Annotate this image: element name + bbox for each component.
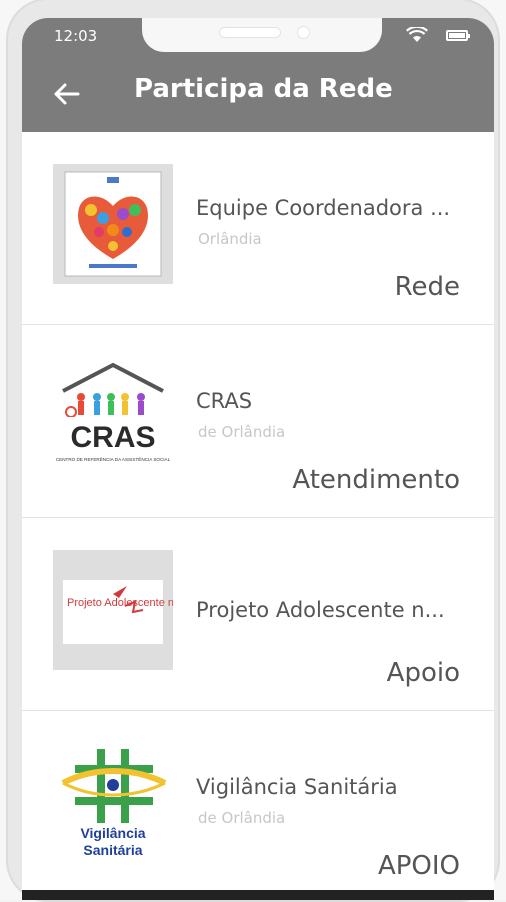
item-category: Apoio bbox=[386, 658, 460, 688]
network-list: Equipe Coordenadora ... Orlândia Rede CR… bbox=[22, 132, 494, 900]
item-category: APOIO bbox=[377, 851, 460, 881]
status-time: 12:03 bbox=[54, 27, 98, 45]
item-category: Rede bbox=[394, 272, 460, 302]
battery-icon bbox=[446, 30, 470, 41]
heart-logo-icon bbox=[53, 164, 173, 284]
app-screen: 12:03 Participa da Rede Equipe Coordenad… bbox=[22, 18, 494, 900]
item-category: Atendimento bbox=[292, 465, 460, 495]
vigilancia-logo-line1: Vigilância bbox=[80, 825, 145, 841]
arrow-left-icon[interactable] bbox=[52, 80, 80, 108]
vigilancia-logo-icon: Vigilância Sanitária bbox=[53, 743, 173, 863]
item-subtitle: Orlândia bbox=[198, 230, 262, 248]
notch bbox=[142, 18, 382, 52]
list-item[interactable]: CRAS CENTRO DE REFERÊNCIA DA ASSISTÊNCIA… bbox=[22, 325, 494, 518]
cras-logo-caption: CENTRO DE REFERÊNCIA DA ASSISTÊNCIA SOCI… bbox=[56, 455, 171, 462]
list-item[interactable]: Equipe Coordenadora ... Orlândia Rede bbox=[22, 132, 494, 325]
item-name: CRAS bbox=[196, 389, 253, 413]
item-subtitle: de Orlândia bbox=[198, 423, 286, 441]
list-item[interactable]: Projeto Adolescente no Espaço Projeto Ad… bbox=[22, 518, 494, 711]
item-name: Equipe Coordenadora ... bbox=[196, 196, 451, 220]
cras-logo-text: CRAS bbox=[70, 421, 155, 454]
projeto-logo-icon: Projeto Adolescente no Espaço bbox=[53, 550, 173, 670]
item-subtitle: de Orlândia bbox=[198, 809, 286, 827]
cras-logo-icon: CRAS CENTRO DE REFERÊNCIA DA ASSISTÊNCIA… bbox=[53, 357, 173, 477]
list-item[interactable]: Vigilância Sanitária Vigilância Sanitári… bbox=[22, 711, 494, 900]
projeto-logo-text: Projeto Adolescente no Espaço bbox=[67, 597, 173, 609]
front-camera bbox=[298, 27, 309, 38]
item-name: Vigilância Sanitária bbox=[196, 775, 398, 799]
app-bar: Participa da Rede bbox=[22, 54, 494, 132]
speaker bbox=[220, 28, 280, 37]
status-bar: 12:03 bbox=[22, 18, 494, 54]
item-name: Projeto Adolescente n... bbox=[196, 598, 445, 622]
wifi-icon bbox=[406, 27, 428, 43]
page-title: Participa da Rede bbox=[134, 74, 393, 104]
phone-frame: 12:03 Participa da Rede Equipe Coordenad… bbox=[0, 0, 506, 902]
vigilancia-logo-line2: Sanitária bbox=[83, 842, 142, 858]
bottom-bar bbox=[22, 890, 494, 900]
